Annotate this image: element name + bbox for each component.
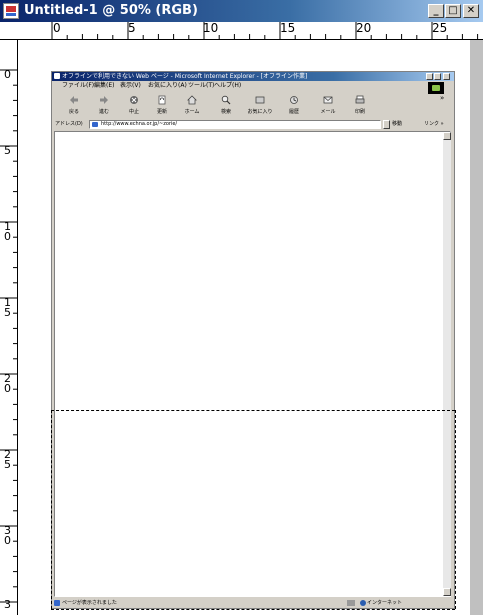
- ruler-label: 20: [4, 372, 11, 395]
- toolbar-label: 印刷: [354, 109, 365, 115]
- ie-stop-button: 中止: [120, 92, 148, 119]
- selection-marquee-right: [455, 410, 456, 609]
- ie-logo-icon: [54, 73, 60, 79]
- address-field: http://www.echna.or.jp/~zorie/: [89, 120, 381, 129]
- history-icon: [290, 96, 298, 104]
- mail-icon: [323, 96, 333, 104]
- ie-address-bar: アドレス(D) http://www.echna.or.jp/~zorie/ 移…: [52, 120, 454, 129]
- ruler-label: 5: [4, 144, 11, 157]
- toolbar-label: メール: [320, 109, 336, 115]
- ruler-label: 25: [4, 448, 11, 471]
- ie-favorites-button: お気に入り: [246, 92, 274, 119]
- vertical-ruler[interactable]: 0 5 10 15 20 25 30 3: [0, 40, 18, 615]
- links-button: リンク »: [424, 121, 444, 127]
- ie-window-title: オフラインで利用できない Web ページ - Microsoft Interne…: [62, 73, 308, 80]
- globe-icon: [360, 600, 366, 606]
- stop-icon: [130, 96, 138, 104]
- toolbar-label: 検索: [220, 109, 231, 115]
- toolbar-label: 進む: [98, 109, 109, 115]
- forward-arrow-icon: [100, 96, 108, 104]
- ie-toolbar: 戻る 進む 中止 更新 ホーム 検索 お気に入り 履歴 メール 印刷 »: [52, 92, 454, 119]
- favorites-icon: [255, 96, 265, 104]
- scroll-down-icon: [443, 588, 451, 596]
- horizontal-ruler[interactable]: 0 5 10 15 20 25: [0, 21, 483, 40]
- address-label: アドレス(D): [55, 121, 83, 127]
- ie-menu-item: 表示(V): [120, 82, 141, 89]
- ruler-label: 0: [53, 21, 61, 35]
- ie-window-image: オフラインで利用できない Web ページ - Microsoft Interne…: [51, 71, 455, 609]
- ie-mail-button: メール: [314, 92, 342, 119]
- page-icon: [92, 122, 98, 127]
- maximize-button[interactable]: □: [445, 4, 461, 18]
- ie-print-button: 印刷: [346, 92, 374, 119]
- document-title-bar[interactable]: Untitled-1 @ 50% (RGB) _ □ ✕: [0, 0, 483, 22]
- ruler-label: 15: [280, 21, 296, 35]
- ie-maximize-icon: [434, 73, 441, 80]
- offline-icon: [347, 600, 355, 606]
- toolbar-chevron: »: [440, 94, 445, 102]
- ie-status-bar: ページが表示されました インターネット: [52, 598, 454, 608]
- status-page-icon: [54, 600, 60, 606]
- close-button[interactable]: ✕: [463, 4, 479, 18]
- toolbar-label: 更新: [156, 109, 167, 115]
- ie-history-button: 履歴: [280, 92, 308, 119]
- ruler-label: 10: [4, 220, 11, 243]
- go-button: 移動: [392, 121, 403, 127]
- ruler-label: 25: [432, 21, 448, 35]
- ie-menu-item: お気に入り(A): [148, 82, 187, 89]
- toolbar-label: 履歴: [288, 109, 299, 115]
- selection-marquee-top: [51, 410, 455, 411]
- toolbar-label: お気に入り: [247, 109, 273, 115]
- print-icon: [355, 95, 365, 104]
- status-text: ページが表示されました: [62, 600, 117, 606]
- search-icon: [221, 95, 231, 105]
- ie-menu-item: ツール(T): [188, 82, 215, 89]
- ie-back-button: 戻る: [60, 92, 88, 119]
- ruler-label: 3: [4, 598, 11, 611]
- toolbar-label: ホーム: [184, 109, 200, 115]
- ie-menu-bar: ファイル(F) 編集(E) 表示(V) お気に入り(A) ツール(T) ヘルプ(…: [52, 81, 454, 91]
- selection-marquee-left: [51, 410, 52, 609]
- refresh-icon: [158, 95, 166, 105]
- scroll-up-icon: [443, 132, 451, 140]
- ruler-label: 10: [203, 21, 219, 35]
- ie-minimize-icon: [426, 73, 433, 80]
- ie-menu-item: ファイル(F): [62, 82, 95, 89]
- ruler-label: 5: [128, 21, 136, 35]
- ie-menu-item: ヘルプ(H): [214, 82, 242, 89]
- ie-home-button: ホーム: [178, 92, 206, 119]
- ie-refresh-button: 更新: [148, 92, 176, 119]
- ruler-label: 0: [4, 68, 11, 81]
- toolbar-label: 戻る: [68, 109, 79, 115]
- home-icon: [187, 95, 197, 105]
- ie-content-area: [54, 131, 451, 597]
- ie-forward-button: 進む: [90, 92, 118, 119]
- horizontal-ruler-ticks: [51, 22, 479, 40]
- canvas-scroll-area: [470, 40, 483, 615]
- back-arrow-icon: [70, 96, 78, 104]
- selection-marquee-bottom: [51, 609, 455, 610]
- ruler-label: 20: [356, 21, 372, 35]
- address-dropdown-icon: [383, 120, 390, 129]
- status-zone: インターネット: [367, 600, 403, 606]
- toolbar-label: 中止: [128, 109, 139, 115]
- ie-vertical-scrollbar: [443, 132, 451, 596]
- ruler-label: 15: [4, 296, 11, 319]
- ie-title-bar: オフラインで利用できない Web ページ - Microsoft Interne…: [52, 72, 454, 81]
- address-value: http://www.echna.or.jp/~zorie/: [101, 121, 178, 127]
- document-title: Untitled-1 @ 50% (RGB): [24, 3, 198, 18]
- ie-close-icon: [443, 73, 450, 80]
- ie-search-button: 検索: [212, 92, 240, 119]
- ie-menu-item: 編集(E): [94, 82, 115, 89]
- photoshop-document-icon[interactable]: [3, 3, 19, 19]
- ruler-label: 30: [4, 524, 11, 547]
- minimize-button[interactable]: _: [428, 4, 444, 18]
